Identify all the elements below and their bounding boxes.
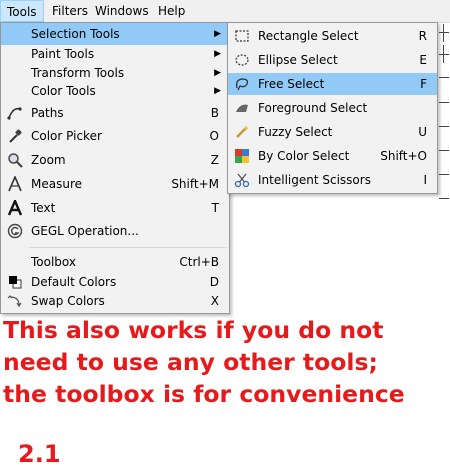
menu-item-foreground-select[interactable]: Foreground Select xyxy=(228,97,437,119)
submenu-arrow-icon: ▶ xyxy=(214,29,221,39)
menu-item-fuzzy-select[interactable]: Fuzzy Select U xyxy=(228,121,437,143)
menu-item-label: Rectangle Select xyxy=(258,29,359,43)
gegl-icon xyxy=(7,223,23,239)
menu-item-color-picker[interactable]: Color Picker O xyxy=(1,125,229,147)
shortcut: B xyxy=(210,106,219,120)
version-label: 2.1 xyxy=(18,440,61,468)
menu-item-label: Text xyxy=(31,201,56,215)
ruler-edge xyxy=(437,22,450,212)
menu-item-label: Intelligent Scissors xyxy=(258,173,371,187)
shortcut: E xyxy=(419,53,427,67)
menu-item-selection-tools[interactable]: Selection Tools ▶ xyxy=(1,23,229,45)
paths-icon xyxy=(7,105,23,121)
menu-item-label: Swap Colors xyxy=(31,294,105,308)
menu-item-ellipse-select[interactable]: Ellipse Select E xyxy=(228,49,437,71)
menu-item-label: Zoom xyxy=(31,153,66,167)
menu-item-color-tools[interactable]: Color Tools ▶ xyxy=(1,80,229,102)
tools-menu: Selection Tools ▶ Paint Tools ▶ Transfor… xyxy=(0,22,230,314)
rectangle-select-icon xyxy=(234,28,250,44)
menu-windows[interactable]: Windows xyxy=(89,0,155,22)
note-line: the toolbox is for convenience xyxy=(3,380,405,408)
menu-bar: Tools Filters Windows Help xyxy=(0,0,450,23)
shortcut: Shift+M xyxy=(171,177,219,191)
menu-item-label: Foreground Select xyxy=(258,101,368,115)
menu-item-label: Toolbox xyxy=(31,255,76,269)
shortcut: O xyxy=(209,129,219,143)
shortcut: F xyxy=(420,77,427,91)
fuzzy-select-icon xyxy=(234,124,250,140)
text-icon xyxy=(7,197,23,216)
zoom-icon xyxy=(7,152,23,168)
note-line: This also works if you do not xyxy=(3,316,384,344)
foreground-select-icon xyxy=(234,100,250,116)
menu-separator xyxy=(29,247,227,248)
by-color-select-icon xyxy=(234,148,250,164)
menu-item-free-select[interactable]: Free Select F xyxy=(228,73,437,95)
menu-help[interactable]: Help xyxy=(152,0,191,22)
menu-item-by-color-select[interactable]: By Color Select Shift+O xyxy=(228,145,437,167)
menu-item-label: By Color Select xyxy=(258,149,350,163)
menu-item-measure[interactable]: Measure Shift+M xyxy=(1,173,229,195)
menu-item-rectangle-select[interactable]: Rectangle Select R xyxy=(228,25,437,47)
menu-item-label: Color Tools xyxy=(31,84,96,98)
menu-item-label: Paths xyxy=(31,106,64,120)
menu-item-label: Selection Tools xyxy=(31,27,120,41)
menu-item-label: Measure xyxy=(31,177,82,191)
shortcut: Ctrl+B xyxy=(179,255,219,269)
menu-item-paths[interactable]: Paths B xyxy=(1,102,229,124)
menu-item-intelligent-scissors[interactable]: Intelligent Scissors I xyxy=(228,169,437,191)
shortcut: U xyxy=(418,125,427,139)
shortcut: Z xyxy=(210,153,219,167)
shortcut: R xyxy=(418,29,427,43)
swap-colors-icon xyxy=(7,293,23,309)
intelligent-scissors-icon xyxy=(234,172,250,188)
submenu-arrow-icon: ▶ xyxy=(214,86,221,96)
menu-item-label: Fuzzy Select xyxy=(258,125,333,139)
note-line: need to use any other tools; xyxy=(3,348,378,376)
free-select-icon xyxy=(234,76,250,92)
menu-item-text[interactable]: Text T xyxy=(1,197,229,219)
measure-icon xyxy=(7,174,23,192)
shortcut: X xyxy=(210,294,219,308)
menu-filters[interactable]: Filters xyxy=(46,0,94,22)
shortcut: I xyxy=(423,173,427,187)
menu-item-zoom[interactable]: Zoom Z xyxy=(1,149,229,171)
selection-tools-submenu: Rectangle Select R Ellipse Select E Free… xyxy=(227,22,438,194)
shortcut: Shift+O xyxy=(380,149,427,163)
color-picker-icon xyxy=(7,128,23,144)
menu-item-label: GEGL Operation... xyxy=(31,224,139,238)
menu-tools[interactable]: Tools xyxy=(0,0,44,22)
annotation-note: This also works if you do not need to us… xyxy=(3,314,447,410)
menu-item-swap-colors[interactable]: Swap Colors X xyxy=(1,290,229,312)
menu-item-label: Ellipse Select xyxy=(258,53,338,67)
menu-item-label: Color Picker xyxy=(31,129,102,143)
shortcut: T xyxy=(211,201,219,215)
menu-item-toolbox[interactable]: Toolbox Ctrl+B xyxy=(1,251,229,273)
menu-item-label: Free Select xyxy=(258,77,325,91)
ellipse-select-icon xyxy=(234,52,250,68)
default-colors-icon xyxy=(7,274,23,290)
menu-item-gegl-operation[interactable]: GEGL Operation... xyxy=(1,220,229,242)
